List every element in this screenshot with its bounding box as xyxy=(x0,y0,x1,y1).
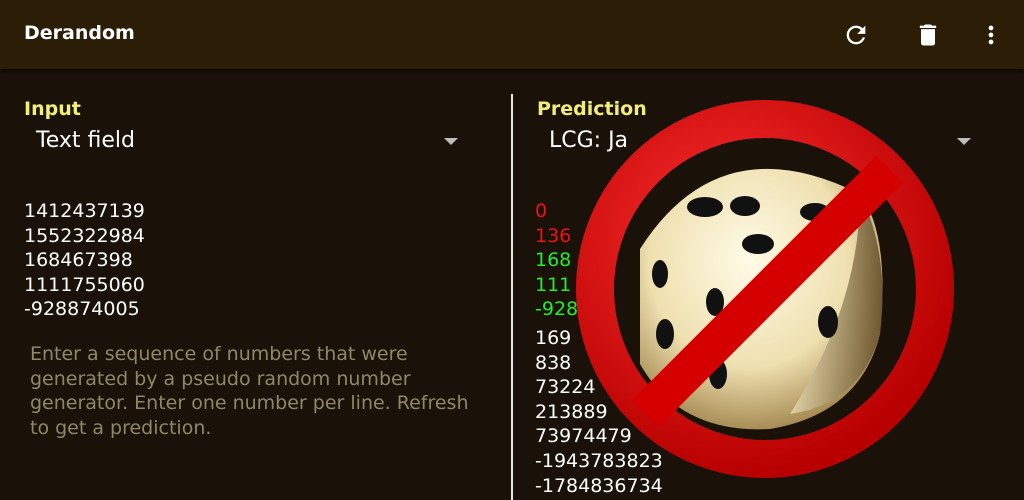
refresh-icon xyxy=(846,25,866,45)
more-options-button[interactable] xyxy=(973,17,1009,53)
dropdown-arrow-icon xyxy=(444,138,458,145)
input-number: 1412437139 xyxy=(24,200,145,222)
input-mode-value: Text field xyxy=(36,128,135,153)
refresh-button[interactable] xyxy=(838,17,874,53)
no-dice-logo xyxy=(576,100,954,478)
app-title: Derandom xyxy=(24,22,135,44)
input-numbers-field[interactable]: 1412437139 1552322984 168467398 11117550… xyxy=(24,199,145,322)
delete-button[interactable] xyxy=(910,17,946,53)
input-hint: Enter a sequence of numbers that were ge… xyxy=(30,343,469,439)
input-number: 1552322984 xyxy=(24,224,145,247)
delete-icon xyxy=(919,24,937,46)
input-number: 168467398 xyxy=(24,249,133,272)
input-number: -928874005 xyxy=(24,298,140,321)
app-bar: Derandom xyxy=(0,0,1024,69)
more-vert-icon xyxy=(988,25,994,45)
panel-divider xyxy=(511,94,513,500)
input-number: 1111755060 xyxy=(24,273,145,296)
input-mode-dropdown[interactable]: Text field xyxy=(36,126,466,158)
input-label: Input xyxy=(24,98,81,120)
